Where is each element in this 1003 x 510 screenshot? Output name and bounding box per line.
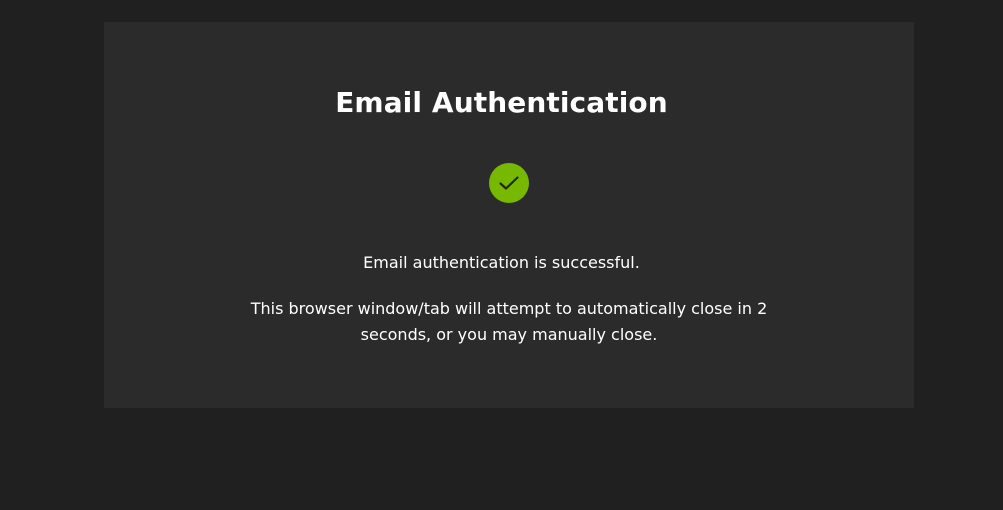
close-message: This browser window/tab will attempt to … [250, 299, 768, 344]
check-circle-icon [489, 163, 529, 203]
auth-card [104, 22, 914, 408]
success-message: Email authentication is successful. [363, 253, 640, 272]
page-title: Email Authentication [335, 86, 668, 119]
